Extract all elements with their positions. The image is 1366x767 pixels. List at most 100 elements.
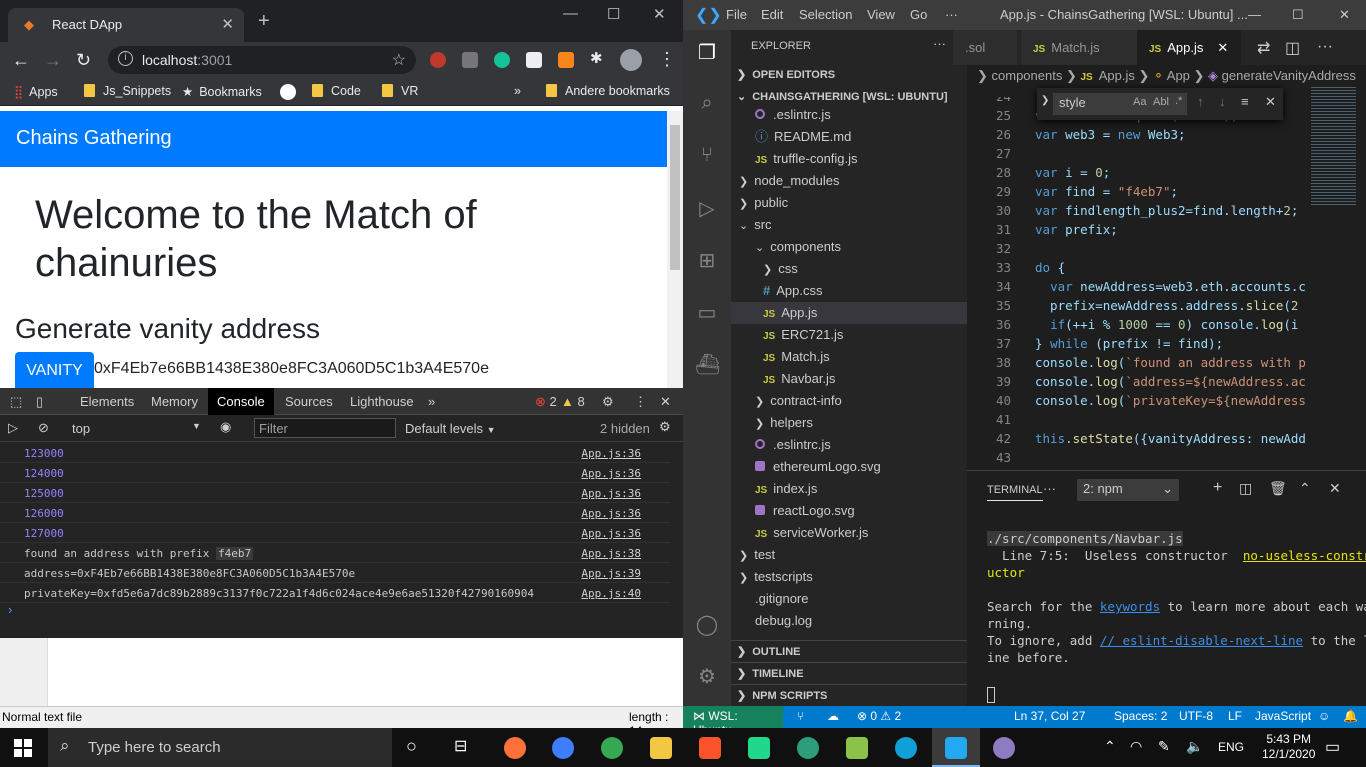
code-line[interactable]: 40 console.log(`privateKey=${newAddress (967, 391, 1306, 410)
firefox-dev-icon[interactable] (552, 737, 574, 759)
file-tree-item[interactable]: ❯ contract-info (731, 390, 967, 412)
file-tree-item[interactable]: reactLogo.svg (731, 500, 967, 522)
breadcrumb[interactable]: ❯ components ❯ JS App.js ❯ ⚬ App ❯ ◈ gene… (967, 65, 1366, 87)
firefox-icon[interactable] (504, 737, 526, 759)
code-line[interactable]: 42 this.setState({vanityAddress: newAdd (967, 429, 1306, 448)
close-window-icon[interactable]: ✕ (1339, 7, 1350, 23)
ublock-extension-icon[interactable] (430, 52, 446, 68)
code-line[interactable]: 39 console.log(`address=${newAddress.ac (967, 372, 1306, 391)
network-icon[interactable]: ◠ (1130, 738, 1142, 755)
menu-go[interactable]: Go (910, 7, 927, 22)
file-tree-item[interactable]: ❯ node_modules (731, 170, 967, 192)
close-tab-icon[interactable]: ✕ (221, 15, 234, 33)
console-source-link[interactable]: App.js:39 (581, 567, 641, 580)
puzzle-extensions-icon[interactable]: ✱ (590, 49, 606, 67)
code-lines[interactable]: 2425var Web3 = require('web3');26var web… (967, 97, 1307, 470)
metamask-extension-icon[interactable] (558, 52, 574, 68)
code-line[interactable]: 35 prefix=newAddress.address.slice(2 (967, 296, 1298, 315)
notepad-plus-icon[interactable] (846, 737, 868, 759)
console-source-link[interactable]: App.js:38 (581, 547, 641, 560)
chrome-menu-icon[interactable]: ⋮ (658, 49, 676, 70)
bookmark-other[interactable]: Andere bookmarks (546, 84, 670, 98)
docker-icon[interactable]: ⛴ (695, 352, 720, 376)
cortana-icon[interactable]: ○ (406, 736, 417, 757)
inspect-icon[interactable]: ⬚ (10, 394, 22, 410)
split-terminal-icon[interactable]: ◫ (1239, 480, 1252, 497)
new-tab-button[interactable]: + (258, 10, 270, 33)
code-line[interactable]: 36 if(++i % 1000 == 0) console.log(i (967, 315, 1299, 334)
feedback-icon[interactable]: ☺ (1318, 709, 1330, 723)
remote-indicator[interactable]: ⋈ WSL: Ubuntu (683, 706, 783, 728)
vanity-button[interactable]: VANITY (15, 352, 94, 388)
file-tree-item[interactable]: ❯ helpers (731, 412, 967, 434)
devtools-menu-icon[interactable]: ⋮ (634, 394, 647, 410)
problems-indicator[interactable]: ⊗ 0 ⚠ 2 (857, 709, 901, 723)
task-view-icon[interactable]: ⊟ (454, 736, 467, 756)
terminal-more-icon[interactable]: ··· (1043, 481, 1056, 496)
device-toolbar-icon[interactable]: ▯ (36, 394, 43, 410)
indentation[interactable]: Spaces: 2 (1114, 709, 1167, 723)
console-source-link[interactable]: App.js:40 (581, 587, 641, 600)
tab-lighthouse[interactable]: Lighthouse (350, 394, 414, 409)
pycharm-icon[interactable] (748, 737, 770, 759)
eye-icon[interactable]: ◉ (220, 419, 231, 435)
show-hidden-icons[interactable]: ⌃ (1104, 738, 1116, 755)
run-debug-icon[interactable]: ▷ (695, 196, 719, 220)
code-line[interactable]: 34 var newAddress=web3.eth.accounts.c (967, 277, 1306, 296)
close-window-icon[interactable]: ✕ (653, 5, 666, 23)
code-line[interactable]: 38 console.log(`found an address with p (967, 353, 1306, 372)
edge-icon[interactable] (895, 737, 917, 759)
previous-match-icon[interactable]: ↑ (1197, 94, 1204, 109)
console-prompt[interactable]: › (8, 602, 12, 617)
settings-gear-icon[interactable]: ⚙ (695, 664, 719, 688)
log-levels-select[interactable]: Default levels ▼ (405, 421, 496, 436)
browser-tab[interactable]: ◆ React DApp ✕ (8, 8, 244, 42)
minimize-icon[interactable]: — (563, 5, 578, 22)
file-tree-item[interactable]: ethereumLogo.svg (731, 456, 967, 478)
code-line[interactable]: 33 do { (967, 258, 1065, 277)
discord-icon[interactable] (993, 737, 1015, 759)
tab-sources[interactable]: Sources (285, 394, 333, 409)
code-line[interactable]: 26 var web3 = new Web3; (967, 125, 1186, 144)
bookmark-vr[interactable]: VR (382, 84, 418, 98)
tab-match-js[interactable]: JS Match.js (1021, 30, 1137, 65)
more-tabs-icon[interactable]: » (428, 394, 435, 409)
file-explorer-icon[interactable] (650, 737, 672, 759)
code-line[interactable]: 28 var i = 0; (967, 163, 1110, 182)
text-editor-area[interactable] (0, 638, 683, 706)
menu-selection[interactable]: Selection (799, 7, 852, 22)
system-clock[interactable]: 5:43 PM 12/1/2020 (1262, 732, 1315, 762)
tab-terminal[interactable]: TERMINAL (987, 484, 1043, 501)
tab-elements[interactable]: Elements (80, 394, 134, 409)
menu-edit[interactable]: Edit (761, 7, 783, 22)
maximize-panel-icon[interactable]: ⌃ (1299, 480, 1311, 497)
new-terminal-icon[interactable]: + (1213, 479, 1222, 497)
file-tree-item[interactable]: JS index.js (731, 478, 967, 500)
encoding[interactable]: UTF-8 (1179, 709, 1213, 723)
menu-file[interactable]: File (726, 7, 747, 22)
remote-explorer-icon[interactable]: ▭ (695, 300, 719, 324)
code-line[interactable]: 32 (967, 239, 1035, 258)
compare-icon[interactable]: ⇄ (1257, 38, 1270, 58)
code-line[interactable]: 29 var find = "f4eb7"; (967, 182, 1178, 201)
explorer-menu-icon[interactable]: ··· (933, 36, 946, 51)
console-settings-icon[interactable]: ⚙ (659, 419, 671, 435)
file-tree-item[interactable]: ❯ public (731, 192, 967, 214)
file-tree-item[interactable]: ⓘ README.md (731, 126, 967, 148)
file-tree-item[interactable]: ⌄ src (731, 214, 967, 236)
pen-icon[interactable]: ✎ (1158, 738, 1170, 755)
terminal-select[interactable]: 2: npm ⌄ (1077, 479, 1179, 501)
page-scrollbar[interactable] (667, 111, 683, 388)
outline-section[interactable]: ❯ OUTLINE (731, 640, 967, 662)
close-find-icon[interactable]: ✕ (1265, 94, 1276, 110)
maximize-icon[interactable]: ☐ (607, 5, 620, 23)
notifications-icon[interactable]: 🔔 (1343, 709, 1358, 723)
bookmark-apps[interactable]: ⣿ Apps (14, 84, 58, 99)
split-editor-icon[interactable]: ◫ (1285, 38, 1300, 58)
npm-scripts-section[interactable]: ❯ NPM SCRIPTS (731, 684, 967, 706)
scrollbar-thumb[interactable] (670, 125, 680, 270)
address-bar[interactable]: i localhost:3001 ☆ (108, 46, 416, 74)
atom-icon[interactable] (797, 737, 819, 759)
google-icon[interactable] (280, 84, 296, 100)
code-line[interactable]: 24 (967, 97, 1035, 106)
